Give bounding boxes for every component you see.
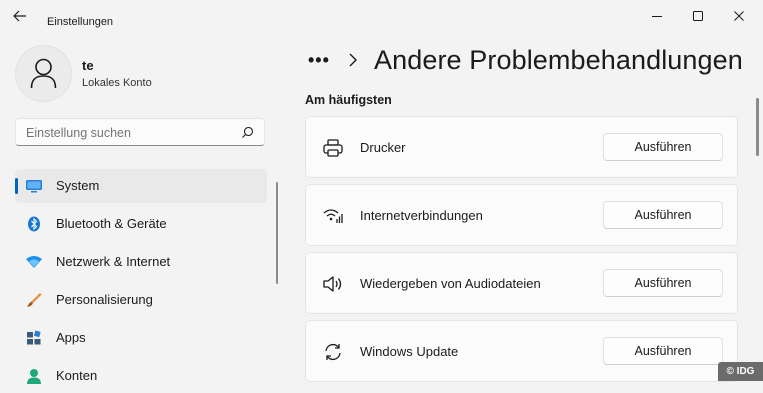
run-button[interactable]: Ausführen (603, 337, 723, 365)
section-title: Am häufigsten (305, 93, 392, 107)
content-scrollbar[interactable] (756, 98, 759, 156)
run-button[interactable]: Ausführen (603, 201, 723, 229)
troubleshooter-label: Drucker (360, 140, 406, 155)
search-input[interactable] (26, 126, 226, 140)
sidebar-item-label: Personalisierung (56, 292, 153, 307)
troubleshooter-label: Windows Update (360, 344, 459, 359)
user-name: te (82, 58, 94, 73)
chevron-right-icon (349, 53, 357, 67)
account-type: Lokales Konto (82, 77, 152, 89)
troubleshooter-card-internet: Internetverbindungen Ausführen (305, 184, 738, 246)
sidebar-item-label: Netzwerk & Internet (56, 254, 171, 269)
close-button[interactable] (733, 9, 745, 21)
sidebar-item-apps[interactable]: Apps (15, 321, 267, 355)
troubleshooter-card-audio: Wiedergeben von Audiodateien Ausführen (305, 252, 738, 314)
sidebar-item-label: System (56, 178, 100, 193)
troubleshooter-label: Internetverbindungen (360, 208, 483, 223)
troubleshooter-card-windows-update: Windows Update Ausführen (305, 320, 738, 382)
network-icon (323, 209, 343, 223)
person-icon (30, 58, 57, 89)
brush-icon (27, 293, 42, 307)
watermark: © IDG (718, 362, 763, 381)
sidebar-scrollbar[interactable] (276, 182, 278, 284)
close-icon (734, 11, 744, 21)
troubleshooter-card-printer: Drucker Ausführen (305, 116, 738, 178)
wifi-icon (26, 256, 42, 268)
run-button[interactable]: Ausführen (603, 133, 723, 161)
title-bar: Einstellungen (0, 0, 763, 32)
sidebar-item-label: Apps (56, 330, 86, 345)
bluetooth-icon (28, 216, 40, 232)
avatar[interactable] (15, 45, 72, 102)
sidebar-item-accounts[interactable]: Konten (15, 359, 267, 393)
active-indicator (15, 178, 18, 194)
back-arrow-icon (13, 10, 26, 22)
troubleshooter-label: Wiedergeben von Audiodateien (360, 276, 541, 291)
speaker-icon (323, 276, 342, 292)
sidebar-item-label: Bluetooth & Geräte (56, 216, 167, 231)
sidebar-item-personalization[interactable]: Personalisierung (15, 283, 267, 317)
sidebar-item-system[interactable]: System (15, 169, 267, 203)
breadcrumb-more-button[interactable]: ••• (308, 50, 330, 71)
run-button[interactable]: Ausführen (603, 269, 723, 297)
search-box[interactable] (15, 118, 265, 146)
apps-icon (27, 330, 41, 345)
minimize-icon (652, 16, 662, 17)
page-title: Andere Problembehandlungen (374, 45, 743, 75)
back-button[interactable] (12, 8, 32, 24)
maximize-icon (693, 11, 703, 21)
maximize-button[interactable] (692, 9, 704, 21)
update-icon (325, 343, 341, 361)
minimize-button[interactable] (651, 9, 663, 21)
person-icon (27, 369, 41, 384)
sidebar-item-network[interactable]: Netzwerk & Internet (15, 245, 267, 279)
monitor-icon (26, 180, 42, 193)
search-icon[interactable] (241, 126, 254, 139)
printer-icon (323, 139, 343, 157)
app-title: Einstellungen (47, 16, 114, 28)
sidebar-item-bluetooth[interactable]: Bluetooth & Geräte (15, 207, 267, 241)
